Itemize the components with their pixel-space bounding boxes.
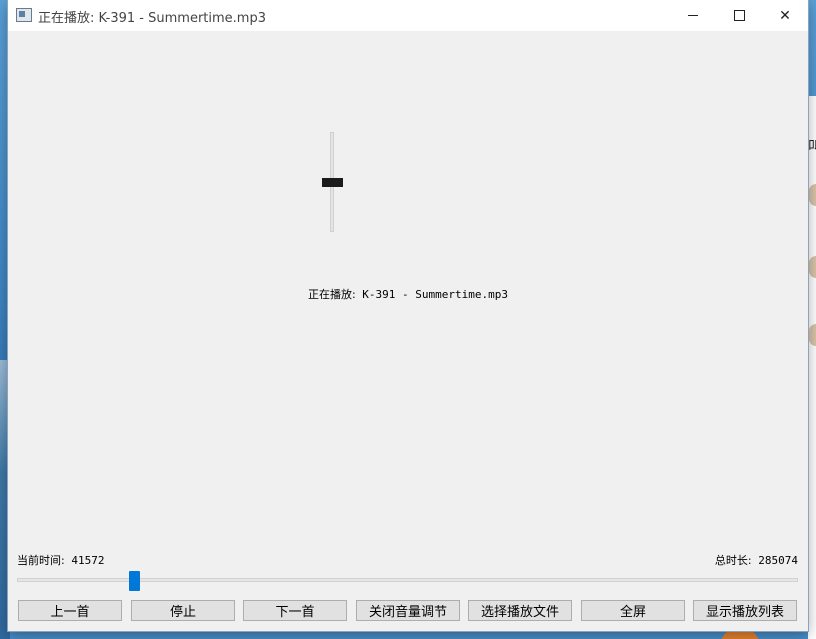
now-playing-label: 正在播放: K-391 - Summertime.mp3 xyxy=(8,286,808,302)
current-time-label: 当前时间: xyxy=(17,554,65,567)
close-button[interactable]: ✕ xyxy=(762,0,808,31)
current-time: 当前时间: 41572 xyxy=(17,552,104,568)
minimize-button[interactable] xyxy=(670,0,716,31)
control-buttons: 上一首 停止 下一首 关闭音量调节 选择播放文件 全屏 显示播放列表 xyxy=(18,600,799,621)
background-avatar xyxy=(809,324,816,346)
current-time-value: 41572 xyxy=(64,554,105,567)
maximize-icon xyxy=(733,10,745,21)
background-avatar xyxy=(809,256,816,278)
background-window: 叫 xyxy=(808,96,816,639)
now-playing-track: K-391 - Summertime.mp3 xyxy=(355,288,509,301)
window-title: 正在播放: K-391 - Summertime.mp3 xyxy=(38,11,266,26)
volume-slider-thumb[interactable] xyxy=(322,177,343,187)
background-avatar xyxy=(809,184,816,206)
choose-file-button[interactable]: 选择播放文件 xyxy=(468,600,572,621)
total-time-label: 总时长: xyxy=(714,554,752,567)
background-window-text: 叫 xyxy=(808,139,816,155)
show-playlist-button[interactable]: 显示播放列表 xyxy=(693,600,797,621)
fullscreen-button[interactable]: 全屏 xyxy=(581,600,685,621)
app-icon xyxy=(16,8,32,22)
stop-button[interactable]: 停止 xyxy=(131,600,235,621)
toggle-volume-button[interactable]: 关闭音量调节 xyxy=(356,600,460,621)
player-window: 正在播放: K-391 - Summertime.mp3 ✕ 正在播放: K-3… xyxy=(8,0,808,631)
minimize-icon xyxy=(688,15,698,16)
close-icon: ✕ xyxy=(779,7,791,24)
total-time-value: 285074 xyxy=(751,554,798,567)
seek-slider-thumb[interactable] xyxy=(129,571,141,591)
next-button[interactable]: 下一首 xyxy=(243,600,347,621)
title-bar[interactable]: 正在播放: K-391 - Summertime.mp3 ✕ xyxy=(8,0,808,31)
previous-button[interactable]: 上一首 xyxy=(18,600,122,621)
now-playing-prefix: 正在播放: xyxy=(307,288,356,301)
total-time: 总时长: 285074 xyxy=(715,552,798,568)
maximize-button[interactable] xyxy=(716,0,762,31)
